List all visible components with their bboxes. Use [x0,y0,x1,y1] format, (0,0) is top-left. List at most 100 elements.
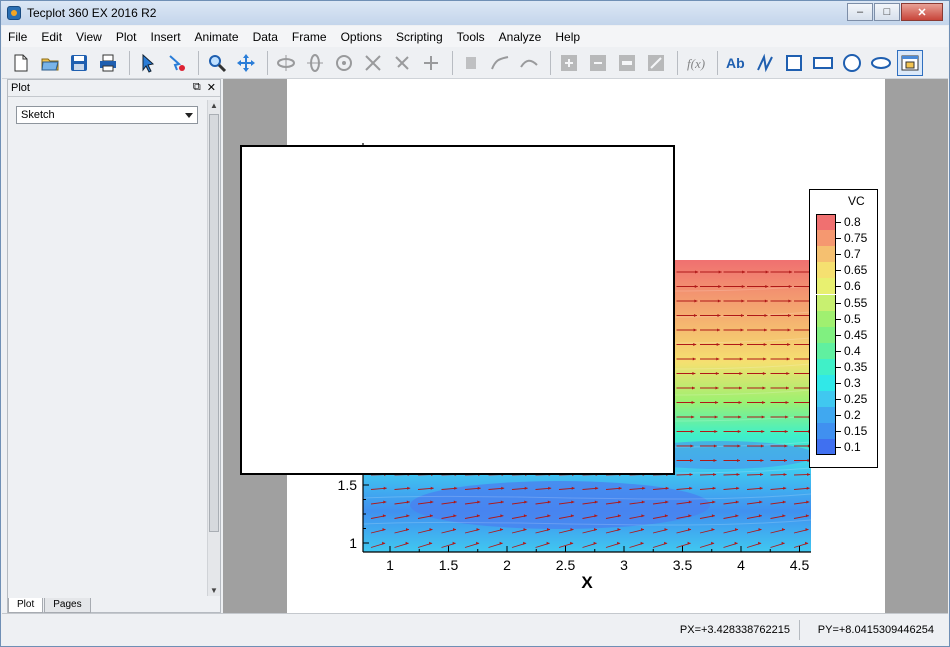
rectangle-tool-icon[interactable] [810,50,836,76]
panel-tabs: Plot Pages [8,598,220,613]
legend-tick [836,238,841,240]
probe-icon[interactable] [458,50,484,76]
legend-swatch [816,423,836,440]
legend-tick [836,415,841,417]
contour-level-icon[interactable] [614,50,640,76]
legend-label: 0.3 [844,376,861,390]
legend-label: 0.45 [844,327,868,342]
square-tool-icon[interactable] [781,50,807,76]
ellipse-tool-icon[interactable] [868,50,894,76]
plot-mode-dropdown[interactable]: Sketch [16,106,198,124]
title-bar[interactable]: Tecplot 360 EX 2016 R2 – □ ✕ [1,1,949,25]
legend-swatch [816,262,836,279]
legend-label: 0.15 [844,424,868,439]
legend-label: 0.25 [844,392,868,407]
open-file-icon[interactable] [37,50,63,76]
menu-animate[interactable]: Animate [195,30,239,44]
minimize-button[interactable]: – [847,3,873,21]
rotate-zx-icon[interactable] [418,50,444,76]
legend-tick [836,286,841,288]
tab-plot[interactable]: Plot [8,598,44,613]
legend-tick [836,334,841,336]
maximize-button[interactable]: □ [874,3,900,21]
translate-icon[interactable] [233,50,259,76]
empty-sketch-frame[interactable] [240,145,675,475]
rotate-yz-icon[interactable] [389,50,415,76]
panel-scrollbar[interactable]: ▲ ▼ [207,100,220,596]
menu-frame[interactable]: Frame [292,30,327,44]
text-tool-icon[interactable]: Ab [723,50,749,76]
svg-text:Ab: Ab [726,55,745,71]
legend-tick [836,302,841,304]
polyline-tool-icon[interactable] [752,50,778,76]
legend-label: 0.75 [844,231,868,246]
legend-tick [836,254,841,256]
legend-label: 0.55 [844,295,868,310]
menu-options[interactable]: Options [341,30,382,44]
legend-tick [836,431,841,433]
legend-label: 0.5 [844,311,861,326]
legend-swatch [816,375,836,391]
rotate-xy-icon[interactable] [360,50,386,76]
panel-close-icon[interactable]: ✕ [207,81,216,94]
legend-swatch [816,294,836,311]
panel-header: Plot ⧉ ✕ [8,80,220,97]
legend-label: 0.8 [844,215,861,229]
save-icon[interactable] [66,50,92,76]
legend-tick [836,399,841,401]
menu-tools[interactable]: Tools [457,30,485,44]
menu-insert[interactable]: Insert [151,30,181,44]
tab-pages[interactable]: Pages [44,598,91,613]
slice-icon[interactable] [516,50,542,76]
rotate-x-icon[interactable] [273,50,299,76]
contour-add-icon[interactable] [556,50,582,76]
print-icon[interactable] [95,50,121,76]
plot-side-panel: Plot ⧉ ✕ Sketch ▲ ▼ Plot Pages [7,79,221,613]
menu-analyze[interactable]: Analyze [499,30,542,44]
legend-title: VC [848,194,865,208]
legend-tick [836,447,841,449]
scroll-up-icon[interactable]: ▲ [210,101,218,110]
scroll-thumb[interactable] [209,114,219,532]
window-title: Tecplot 360 EX 2016 R2 [27,6,157,20]
new-file-icon[interactable] [8,50,34,76]
adjustor-icon[interactable] [164,50,190,76]
legend-swatch [816,358,836,375]
circle-tool-icon[interactable] [839,50,865,76]
chevron-down-icon [185,113,193,118]
legend-swatch [816,439,836,456]
zone-edit-icon[interactable] [643,50,669,76]
legend-swatch [816,214,836,230]
frame-tool-icon[interactable] [897,49,923,76]
menu-file[interactable]: File [8,30,27,44]
menu-data[interactable]: Data [253,30,278,44]
legend-label: 0.2 [844,408,861,423]
rotate-z-icon[interactable] [331,50,357,76]
close-button[interactable]: ✕ [901,3,943,21]
menu-scripting[interactable]: Scripting [396,30,443,44]
legend-label: 0.65 [844,263,868,278]
menu-help[interactable]: Help [555,30,580,44]
contour-legend[interactable]: VC 0.8 0.75 0.7 0.65 0.6 0.55 0.5 0.45 0.4 0.35 0.… [809,189,878,468]
legend-tick [836,366,841,368]
status-bar: PX=+3.428338762215 PY=+8.0415309446254 [2,613,948,646]
panel-float-icon[interactable]: ⧉ [193,81,201,94]
contour-remove-icon[interactable] [585,50,611,76]
legend-swatch [816,310,836,327]
legend-tick [836,222,841,223]
legend-tick [836,318,841,320]
streamtrace-icon[interactable] [487,50,513,76]
status-py-coordinate: PY=+8.0415309446254 [817,624,934,636]
scroll-down-icon[interactable]: ▼ [210,586,218,595]
menu-edit[interactable]: Edit [41,30,62,44]
select-arrow-icon[interactable] [135,50,161,76]
zoom-icon[interactable] [204,50,230,76]
tecplot-app-icon [7,6,21,20]
rotate-y-icon[interactable] [302,50,328,76]
main-toolbar: f(x) Ab [2,47,948,79]
legend-tick [836,383,841,384]
menu-plot[interactable]: Plot [116,30,137,44]
fx-equation-icon[interactable]: f(x) [683,50,709,76]
legend-swatch [816,230,836,247]
menu-view[interactable]: View [76,30,102,44]
